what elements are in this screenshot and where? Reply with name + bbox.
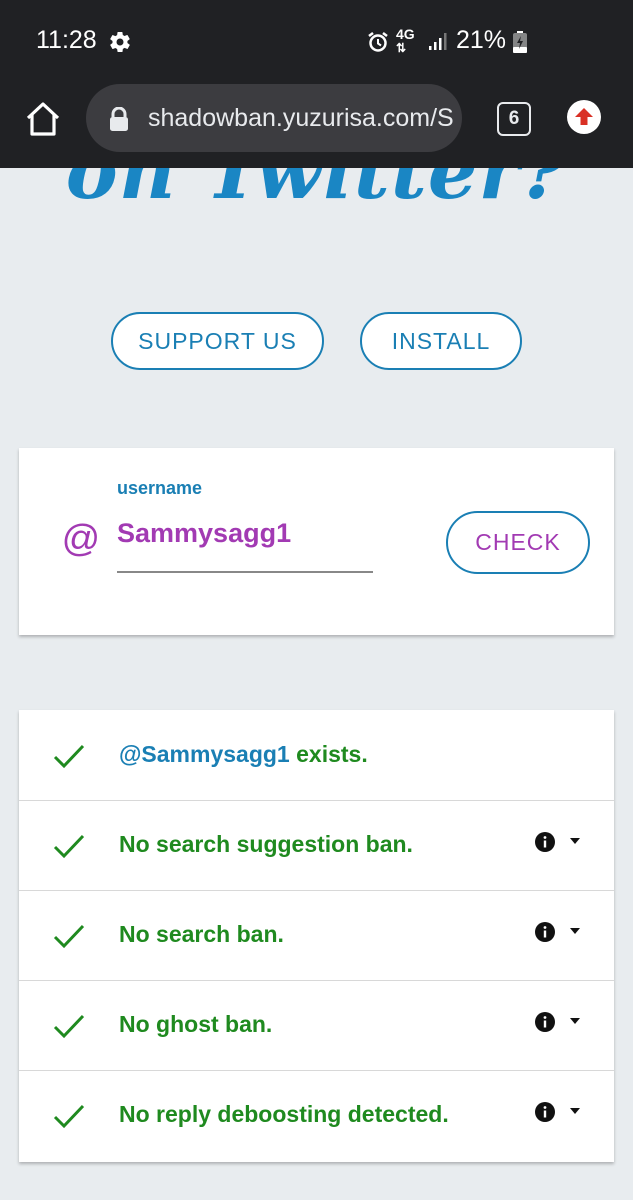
username-input[interactable]: Sammysagg1 xyxy=(117,518,291,549)
battery-charging-icon xyxy=(513,31,527,53)
update-arrow-icon xyxy=(575,108,593,125)
checkmark-icon xyxy=(53,924,85,949)
browser-toolbar: shadowban.yuzurisa.com/S 6 xyxy=(0,82,633,168)
update-button[interactable] xyxy=(567,100,601,134)
check-button[interactable]: CHECK xyxy=(446,511,590,574)
result-message: No reply deboosting detected. xyxy=(119,1101,449,1127)
result-row[interactable]: No search suggestion ban. xyxy=(19,800,614,891)
expand-caret-icon[interactable] xyxy=(570,1018,580,1024)
tab-switcher-button[interactable]: 6 xyxy=(497,102,531,136)
username-search-card: @ username Sammysagg1 CHECK xyxy=(19,448,614,635)
hero-title: on Twitter? xyxy=(65,168,568,217)
alarm-icon xyxy=(368,32,388,52)
address-bar[interactable]: shadowban.yuzurisa.com/S xyxy=(86,84,462,152)
signal-strength-icon xyxy=(429,33,447,50)
at-sign-icon: @ xyxy=(61,518,100,560)
checkmark-icon xyxy=(53,1014,85,1039)
result-text: @Sammysagg1 exists. xyxy=(119,741,368,768)
lock-icon xyxy=(110,107,128,131)
page-content: on Twitter? SUPPORT US INSTALL @ usernam… xyxy=(0,168,633,1200)
checkmark-icon xyxy=(53,1104,85,1129)
info-icon[interactable] xyxy=(535,1102,555,1122)
expand-caret-icon[interactable] xyxy=(570,928,580,934)
result-row[interactable]: No reply deboosting detected. xyxy=(19,1070,614,1160)
result-message: exists. xyxy=(289,741,368,767)
result-row[interactable]: No search ban. xyxy=(19,890,614,981)
expand-caret-icon[interactable] xyxy=(570,838,580,844)
result-row: @Sammysagg1 exists. xyxy=(19,710,614,801)
network-type-label: 4G xyxy=(396,26,415,42)
network-4g-icon: 4G ⇅ xyxy=(396,26,415,55)
result-row[interactable]: No ghost ban. xyxy=(19,980,614,1071)
input-underline xyxy=(117,571,373,573)
results-list: @Sammysagg1 exists. No search suggestion… xyxy=(19,710,614,1162)
status-bar: 11:28 4G ⇅ 21% xyxy=(0,0,633,82)
status-time: 11:28 xyxy=(36,26,97,54)
info-icon[interactable] xyxy=(535,1012,555,1032)
result-message: No ghost ban. xyxy=(119,1011,273,1037)
settings-gear-icon xyxy=(110,31,130,53)
expand-caret-icon[interactable] xyxy=(570,1108,580,1114)
result-message: No search ban. xyxy=(119,921,284,947)
result-username[interactable]: @Sammysagg1 xyxy=(119,741,290,767)
info-icon[interactable] xyxy=(535,832,555,852)
install-button[interactable]: INSTALL xyxy=(360,312,522,370)
info-icon[interactable] xyxy=(535,922,555,942)
support-us-button[interactable]: SUPPORT US xyxy=(111,312,324,370)
result-message: No search suggestion ban. xyxy=(119,831,413,857)
username-label: username xyxy=(117,478,203,498)
home-icon[interactable] xyxy=(24,100,62,138)
checkmark-icon xyxy=(53,834,85,859)
checkmark-icon xyxy=(53,744,85,769)
battery-percent: 21% xyxy=(456,26,507,54)
url-text[interactable]: shadowban.yuzurisa.com/S xyxy=(148,104,454,133)
